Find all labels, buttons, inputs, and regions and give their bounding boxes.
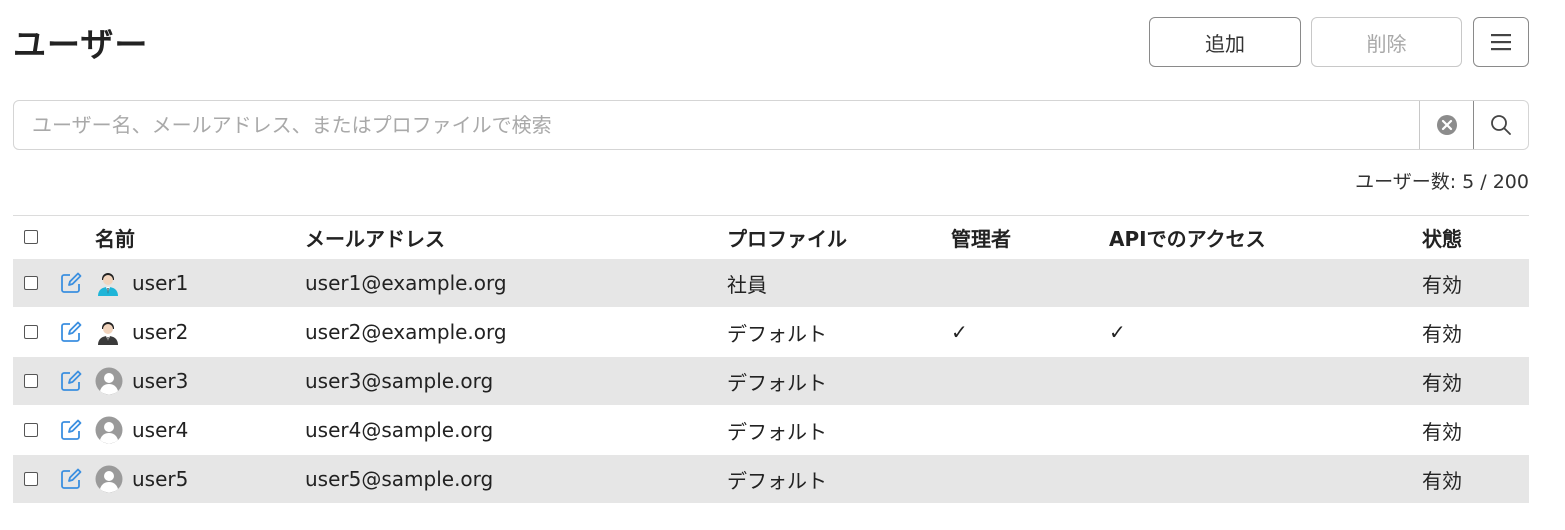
user-status: 有効 (1422, 419, 1462, 444)
person-male-icon (98, 273, 118, 296)
user-email: user5@sample.org (305, 467, 494, 491)
select-all-checkbox[interactable] (24, 230, 38, 244)
user-name: user4 (132, 418, 189, 442)
row-checkbox[interactable] (24, 472, 38, 486)
row-checkbox[interactable] (24, 374, 38, 388)
user-profile: デフォルト (727, 321, 827, 346)
column-header-email[interactable]: メールアドレス (305, 216, 445, 258)
edit-icon[interactable] (60, 321, 82, 343)
edit-icon[interactable] (60, 419, 82, 441)
user-name: user3 (132, 369, 189, 393)
user-profile: デフォルト (727, 468, 827, 493)
default-avatar-icon (95, 367, 123, 395)
clear-search-button[interactable] (1419, 101, 1473, 149)
row-checkbox[interactable] (24, 325, 38, 339)
column-header-admin[interactable]: 管理者 (951, 216, 1011, 258)
column-header-status[interactable]: 状態 (1422, 216, 1462, 258)
user-email: user4@sample.org (305, 418, 494, 442)
edit-icon[interactable] (60, 468, 82, 490)
user-name: user1 (132, 271, 189, 295)
search-input[interactable] (14, 101, 1419, 149)
user-email: user2@example.org (305, 320, 507, 344)
row-checkbox[interactable] (24, 276, 38, 290)
user-status: 有効 (1422, 272, 1462, 297)
user-profile: 社員 (727, 272, 767, 297)
person-suit-icon (98, 322, 118, 345)
table-header: 名前 メールアドレス プロファイル 管理者 APIでのアクセス 状態 (13, 216, 1529, 258)
table-row[interactable]: user5 user5@sample.org デフォルト 有効 (13, 454, 1529, 503)
edit-icon[interactable] (60, 370, 82, 392)
user-status: 有効 (1422, 370, 1462, 395)
table-row[interactable]: user4 user4@sample.org デフォルト 有効 (13, 405, 1529, 454)
edit-icon[interactable] (60, 272, 82, 294)
default-avatar-icon (95, 416, 123, 444)
default-avatar-icon (95, 465, 123, 493)
table-row[interactable]: user2 user2@example.org デフォルト ✓ ✓ 有効 (13, 307, 1529, 356)
user-profile: デフォルト (727, 370, 827, 395)
search-bar (13, 100, 1529, 150)
user-count: ユーザー数: 5 / 200 (1355, 171, 1529, 193)
delete-button[interactable]: 削除 (1311, 17, 1462, 67)
menu-button[interactable] (1473, 17, 1529, 67)
column-header-api[interactable]: APIでのアクセス (1109, 216, 1266, 258)
user-name: user2 (132, 320, 189, 344)
add-button[interactable]: 追加 (1149, 17, 1301, 67)
users-table: 名前 メールアドレス プロファイル 管理者 APIでのアクセス 状態 user1 (13, 215, 1529, 503)
clear-circle-icon (1436, 115, 1457, 135)
user-email: user3@sample.org (305, 369, 494, 393)
search-icon (1491, 115, 1511, 135)
table-row[interactable]: user3 user3@sample.org デフォルト 有効 (13, 356, 1529, 405)
user-status: 有効 (1422, 468, 1462, 493)
row-checkbox[interactable] (24, 423, 38, 437)
hamburger-menu-icon (1491, 34, 1511, 51)
user-name: user5 (132, 467, 189, 491)
user-status: 有効 (1422, 321, 1462, 346)
search-button[interactable] (1473, 101, 1528, 149)
column-header-profile[interactable]: プロファイル (727, 216, 847, 258)
admin-check-icon: ✓ (951, 320, 968, 344)
table-row[interactable]: user1 user1@example.org 社員 有効 (13, 258, 1529, 307)
user-email: user1@example.org (305, 271, 507, 295)
user-profile: デフォルト (727, 419, 827, 444)
column-header-name[interactable]: 名前 (95, 216, 135, 258)
page-title: ユーザー (13, 25, 149, 64)
api-access-check-icon: ✓ (1109, 320, 1126, 344)
